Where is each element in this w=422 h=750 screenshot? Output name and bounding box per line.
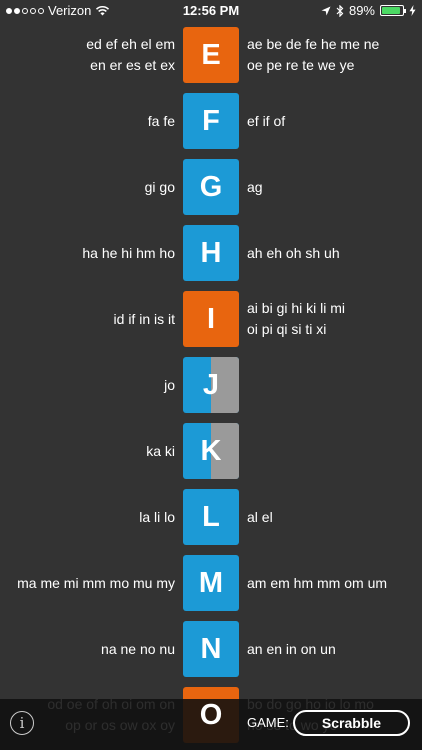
letter-tile[interactable]: L	[183, 489, 239, 545]
word-line: na ne no nu	[101, 640, 175, 657]
word-line: oi pi qi si ti xi	[247, 321, 327, 337]
tile-letter: O	[199, 698, 223, 731]
letter-tile[interactable]: M	[183, 555, 239, 611]
words-starting-with: gi go	[0, 157, 175, 217]
tile-letter: M	[198, 566, 224, 599]
word-line: ag	[247, 178, 263, 195]
words-ending-with: ae be de fe he me ne oe pe re te we ye	[247, 25, 422, 85]
words-starting-with: ed ef eh el em en er es et ex	[0, 25, 175, 85]
tile-letter: J	[202, 368, 220, 401]
letter-tile[interactable]: N	[183, 621, 239, 677]
words-ending-with	[247, 355, 422, 415]
word-line: ef if of	[247, 112, 286, 129]
letter-tile[interactable]: H	[183, 225, 239, 281]
letter-row-k[interactable]: ka ki K	[0, 421, 422, 481]
info-button[interactable]: i	[10, 711, 34, 735]
words-starting-with: la li lo	[0, 487, 175, 547]
word-line: fa fe	[147, 112, 175, 129]
status-right: 89%	[321, 3, 416, 18]
tile-letter: G	[199, 170, 223, 203]
letter-row-l[interactable]: la li lo Lal el	[0, 487, 422, 547]
word-line: ka ki	[146, 442, 175, 459]
letter-row-h[interactable]: ha he hi hm ho Hah eh oh sh uh	[0, 223, 422, 283]
tile-letter: K	[200, 434, 222, 467]
words-starting-with: ma me mi mm mo mu my	[0, 553, 175, 613]
word-line: jo	[164, 376, 175, 393]
letter-row-n[interactable]: na ne no nu Nan en in on un	[0, 619, 422, 679]
letter-tile[interactable]: F	[183, 93, 239, 149]
word-line: al el	[247, 508, 273, 525]
letter-tile[interactable]: J	[183, 357, 239, 413]
tile-letter: N	[200, 632, 222, 665]
letter-row-g[interactable]: gi go Gag	[0, 157, 422, 217]
words-ending-with: ai bi gi hi ki li mi oi pi qi si ti xi	[247, 289, 422, 349]
words-ending-with: ef if of	[247, 91, 422, 151]
word-line: en er es et ex	[90, 57, 175, 73]
tile-letter: L	[202, 500, 220, 533]
tile-letter: H	[200, 236, 222, 269]
words-ending-with: am em hm mm om um	[247, 553, 422, 613]
battery-fill	[382, 7, 400, 14]
letter-row-i[interactable]: id if in is it Iai bi gi hi ki li mi oi pi…	[0, 289, 422, 349]
game-select-button[interactable]: Scrabble	[293, 710, 410, 736]
words-ending-with: al el	[247, 487, 422, 547]
letter-row-m[interactable]: ma me mi mm mo mu my Mam em hm mm om um	[0, 553, 422, 613]
words-starting-with: id if in is it	[0, 289, 175, 349]
word-line: ai bi gi hi ki li mi	[247, 300, 346, 316]
words-starting-with: fa fe	[0, 91, 175, 151]
letter-row-e[interactable]: ed ef eh el em en er es et ex Eae be de fe…	[0, 25, 422, 85]
words-starting-with: ka ki	[0, 421, 175, 481]
game-label: GAME:	[247, 715, 289, 730]
words-ending-with: ag	[247, 157, 422, 217]
charging-bolt-icon	[409, 5, 416, 16]
letter-tile[interactable]: E	[183, 27, 239, 83]
word-line: ah eh oh sh uh	[247, 244, 340, 261]
letter-row-j[interactable]: jo J	[0, 355, 422, 415]
words-ending-with: an en in on un	[247, 619, 422, 679]
tile-letter: F	[202, 104, 220, 137]
word-line: am em hm mm om um	[247, 574, 388, 591]
letter-row-f[interactable]: fa fe Fef if of	[0, 91, 422, 151]
word-line: la li lo	[139, 508, 175, 525]
bluetooth-icon	[336, 4, 344, 17]
words-ending-with	[247, 421, 422, 481]
tile-letter: I	[206, 302, 216, 335]
letter-tile[interactable]: I	[183, 291, 239, 347]
location-arrow-icon	[321, 6, 331, 15]
battery-percent: 89%	[348, 3, 375, 18]
word-line: ma me mi mm mo mu my	[17, 574, 175, 591]
letter-tile[interactable]: G	[183, 159, 239, 215]
letter-tile[interactable]: K	[183, 423, 239, 479]
word-line: an en in on un	[247, 640, 336, 657]
words-starting-with: na ne no nu	[0, 619, 175, 679]
word-line: gi go	[144, 178, 175, 195]
tile-letter: E	[201, 38, 221, 71]
word-line: ed ef eh el em	[86, 36, 175, 52]
words-starting-with: ha he hi hm ho	[0, 223, 175, 283]
word-line: oe pe re te we ye	[247, 57, 355, 73]
status-bar: Verizon 12:56 PM 89%	[0, 0, 422, 22]
words-starting-with: jo	[0, 355, 175, 415]
word-line: ha he hi hm ho	[82, 244, 175, 261]
battery-icon	[380, 5, 406, 16]
word-line: id if in is it	[113, 310, 175, 327]
word-line: ae be de fe he me ne	[247, 36, 380, 52]
words-ending-with: ah eh oh sh uh	[247, 223, 422, 283]
